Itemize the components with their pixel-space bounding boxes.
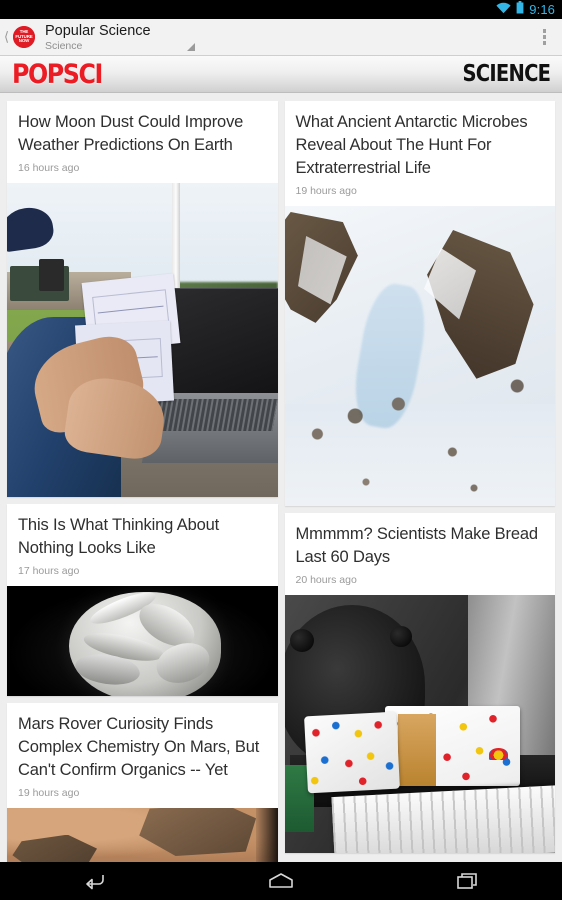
article-title: How Moon Dust Could Improve Weather Pred… [18, 113, 244, 154]
article-text-block: This Is What Thinking About Nothing Look… [7, 504, 278, 586]
recents-icon[interactable] [436, 862, 500, 900]
home-icon[interactable] [249, 862, 313, 900]
brain-sculpture-photo [7, 585, 278, 696]
dropdown-triangle-icon[interactable] [186, 42, 195, 51]
article-timestamp: 16 hours ago [18, 162, 80, 174]
article-title: Mars Rover Curiosity Finds Complex Chemi… [18, 714, 260, 779]
mars-surface-photo [7, 807, 278, 862]
overflow-menu-icon[interactable] [542, 19, 546, 55]
app-screen: 9:16 ⟨ THE FUTURE NOW Popular Science Sc… [0, 0, 562, 900]
feed-column-right: What Ancient Antarctic Microbes Reveal A… [284, 101, 556, 862]
action-bar-title-spinner[interactable]: Popular Science Science [45, 23, 211, 52]
field-laptop-photo [7, 183, 278, 497]
antarctic-aerial-photo [284, 206, 555, 506]
article-text-block: Mars Rover Curiosity Finds Complex Chemi… [7, 703, 278, 808]
article-timestamp: 17 hours ago [18, 564, 80, 577]
article-timestamp: 20 hours ago [295, 574, 357, 586]
article-card[interactable]: Mars Rover Curiosity Finds Complex Chemi… [7, 702, 278, 862]
article-title: Mmmmm? Scientists Make Bread Last 60 Day… [295, 525, 539, 566]
battery-icon [516, 0, 524, 19]
overflow-dot [542, 41, 546, 45]
status-bar-clock: 9:16 [529, 2, 555, 17]
brand-banner: POPSCI SCIENCE [0, 56, 562, 93]
app-logo[interactable]: THE FUTURE NOW [13, 26, 35, 48]
article-card[interactable]: How Moon Dust Could Improve Weather Pred… [7, 101, 278, 497]
article-text-block: What Ancient Antarctic Microbes Reveal A… [285, 101, 556, 206]
page-title: Popular Science [45, 22, 151, 39]
article-feed[interactable]: How Moon Dust Could Improve Weather Pred… [0, 94, 562, 862]
app-logo-line-3: NOW [18, 38, 30, 44]
article-card[interactable]: Mmmmm? Scientists Make Bread Last 60 Day… [284, 513, 556, 853]
article-title: This Is What Thinking About Nothing Look… [18, 515, 220, 557]
feed-column-left: How Moon Dust Could Improve Weather Pred… [7, 101, 278, 862]
article-card[interactable]: What Ancient Antarctic Microbes Reveal A… [284, 101, 556, 506]
article-timestamp: 19 hours ago [295, 185, 357, 197]
article-card[interactable]: This Is What Thinking About Nothing Look… [7, 503, 278, 696]
article-title: What Ancient Antarctic Microbes Reveal A… [295, 113, 528, 177]
android-nav-bar [0, 862, 562, 900]
overflow-dot [542, 35, 546, 39]
page-subtitle: Science [45, 39, 83, 52]
wifi-icon [496, 1, 511, 19]
bread-chamber-photo [284, 595, 555, 853]
article-timestamp: 19 hours ago [18, 786, 80, 799]
back-chevron-icon[interactable]: ⟨ [0, 29, 13, 45]
section-label: SCIENCE [462, 61, 551, 87]
action-bar: ⟨ THE FUTURE NOW Popular Science Science [0, 19, 562, 56]
article-text-block: Mmmmm? Scientists Make Bread Last 60 Day… [285, 513, 556, 595]
overflow-dot [542, 29, 546, 33]
back-icon[interactable] [62, 862, 126, 900]
popsci-logo: POPSCI [12, 58, 103, 90]
article-text-block: How Moon Dust Could Improve Weather Pred… [7, 101, 278, 183]
status-bar: 9:16 [0, 0, 562, 19]
